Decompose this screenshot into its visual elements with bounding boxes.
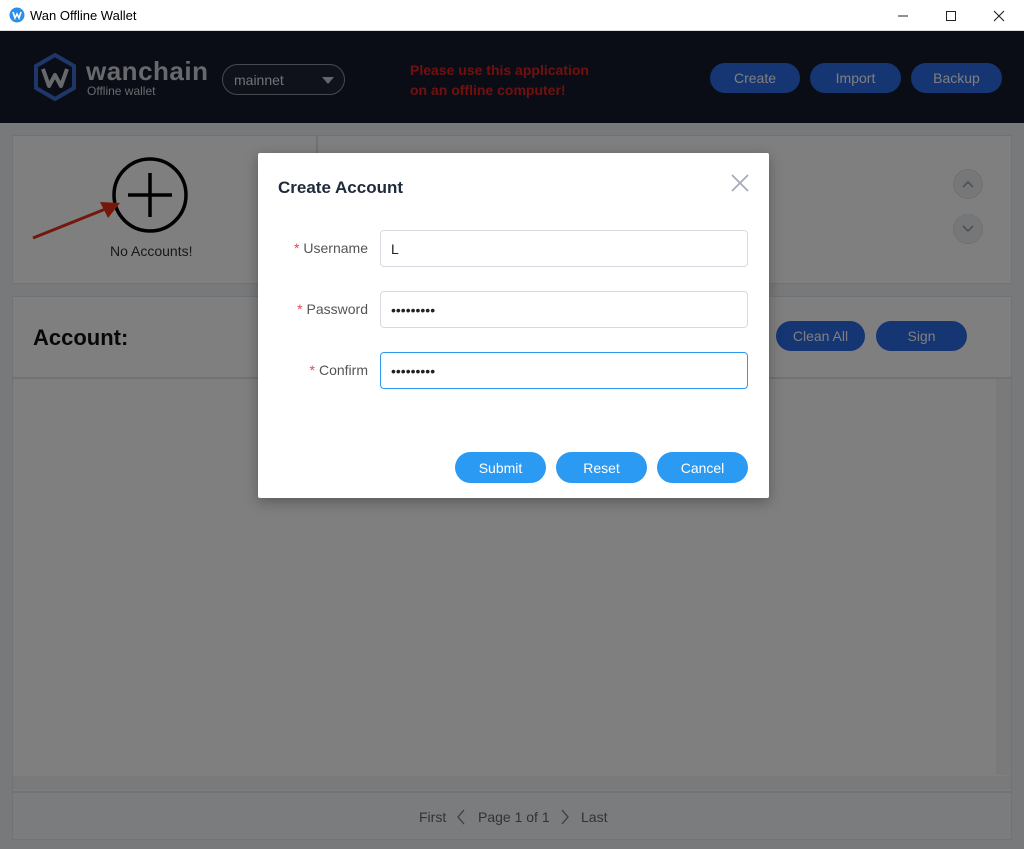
cancel-button[interactable]: Cancel	[657, 452, 748, 483]
username-label: * Username	[293, 240, 368, 256]
username-input[interactable]	[380, 230, 748, 267]
modal-title: Create Account	[278, 178, 404, 197]
confirm-label: * Confirm	[309, 362, 368, 378]
window-title: Wan Offline Wallet	[30, 8, 137, 23]
create-account-modal: Create Account *Username *Password *Conf…	[258, 153, 769, 498]
confirm-password-input[interactable]	[380, 352, 748, 389]
modal-close-icon[interactable]	[729, 172, 751, 194]
close-icon	[993, 10, 1005, 21]
minimize-button[interactable]	[880, 0, 926, 31]
maximize-icon	[946, 10, 956, 21]
reset-button[interactable]: Reset	[556, 452, 647, 483]
submit-button[interactable]: Submit	[455, 452, 546, 483]
close-window-button[interactable]	[976, 0, 1022, 31]
wanchain-app-icon	[9, 7, 25, 23]
title-bar: Wan Offline Wallet	[0, 0, 1024, 31]
minimize-icon	[898, 15, 908, 16]
password-label: * Password	[297, 301, 368, 317]
password-input[interactable]	[380, 291, 748, 328]
maximize-button[interactable]	[928, 0, 974, 31]
